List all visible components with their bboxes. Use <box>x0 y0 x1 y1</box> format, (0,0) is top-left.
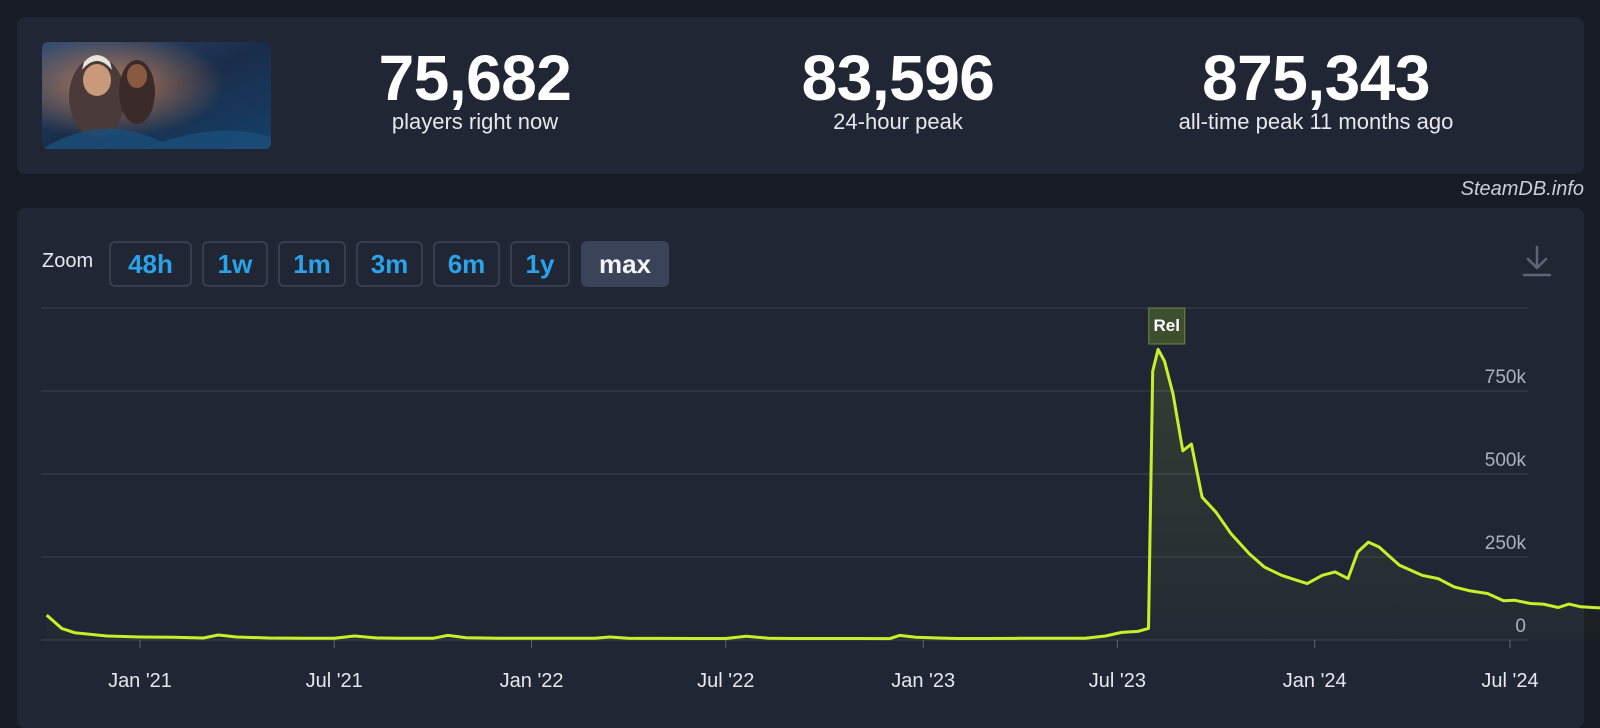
x-tick-label: Jul '22 <box>697 670 754 692</box>
y-tick-label: 750k <box>1485 367 1527 388</box>
series-area <box>46 349 1600 640</box>
x-tick-label: Jan '24 <box>1283 670 1347 692</box>
y-tick-label: 500k <box>1485 450 1527 471</box>
x-tick-label: Jul '21 <box>306 670 363 692</box>
y-tick-label: 250k <box>1485 533 1527 554</box>
x-tick-label: Jul '23 <box>1089 670 1146 692</box>
x-tick-label: Jul '24 <box>1481 670 1538 692</box>
x-tick-label: Jan '22 <box>500 670 564 692</box>
player-count-chart: 0 250k 500k 750k Jan '21 Jul '21 Jan '22 Jul '2… <box>41 307 1600 692</box>
x-tick-label: Jan '21 <box>108 670 172 692</box>
x-tick-label: Jan '23 <box>891 670 955 692</box>
release-annotation-label[interactable]: Rel <box>1154 316 1180 335</box>
y-tick-label: 0 <box>1515 616 1526 637</box>
